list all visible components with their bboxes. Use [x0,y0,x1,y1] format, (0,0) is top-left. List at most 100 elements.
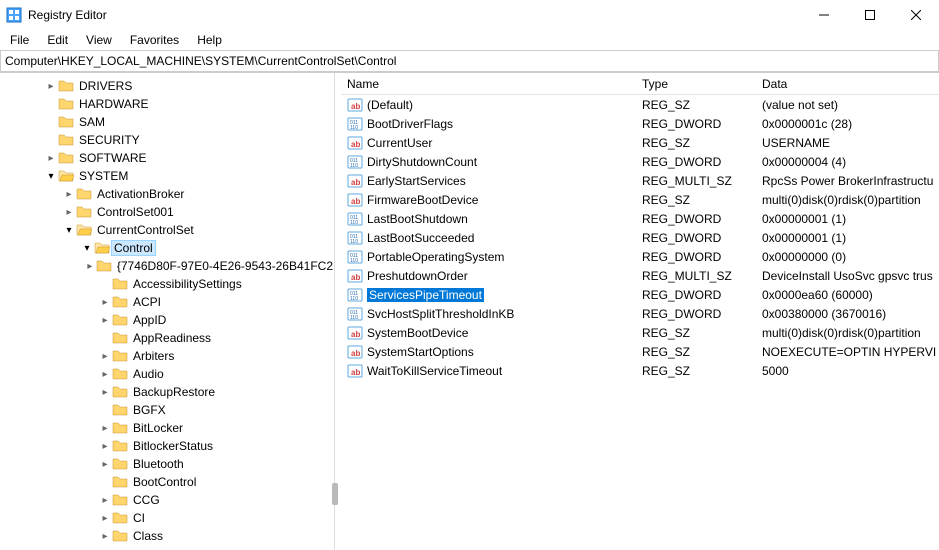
tree-item[interactable]: ▸AppID [0,311,334,329]
svg-text:ab: ab [351,273,360,282]
menu-view[interactable]: View [78,31,120,49]
value-data: 0x00000001 (1) [756,231,939,245]
chevron-right-icon[interactable]: ▸ [98,513,112,524]
chevron-right-icon[interactable]: ▸ [44,153,58,164]
tree-item[interactable]: BGFX [0,401,334,419]
close-button[interactable] [893,0,939,30]
chevron-down-icon[interactable]: ▾ [62,225,76,236]
tree-item[interactable]: ▾SYSTEM [0,167,334,185]
value-data: 0x00380000 (3670016) [756,307,939,321]
tree-item[interactable]: BootControl [0,473,334,491]
tree-item[interactable]: AccessibilitySettings [0,275,334,293]
tree-item[interactable]: ▸SOFTWARE [0,149,334,167]
chevron-down-icon[interactable]: ▾ [80,243,94,254]
chevron-down-icon[interactable]: ▾ [44,171,58,182]
tree-item[interactable]: ▾CurrentControlSet [0,221,334,239]
svg-text:ab: ab [351,140,360,149]
tree-item[interactable]: ▸BitLocker [0,419,334,437]
chevron-right-icon[interactable]: ▸ [44,81,58,92]
minimize-button[interactable] [801,0,847,30]
value-name: (Default) [367,98,413,112]
maximize-button[interactable] [847,0,893,30]
menu-favorites[interactable]: Favorites [122,31,187,49]
value-type: REG_SZ [636,136,756,150]
chevron-right-icon[interactable]: ▸ [98,387,112,398]
string-value-icon: ab [347,363,363,379]
tree-item-label: SECURITY [78,133,141,147]
list-row[interactable]: 011110LastBootSucceededREG_DWORD0x000000… [341,228,939,247]
chevron-right-icon[interactable]: ▸ [98,531,112,542]
chevron-right-icon[interactable]: ▸ [62,189,76,200]
list-row[interactable]: ab(Default)REG_SZ(value not set) [341,95,939,114]
value-data: 0x00000004 (4) [756,155,939,169]
chevron-right-icon[interactable]: ▸ [98,423,112,434]
svg-text:110: 110 [350,220,358,226]
tree-item[interactable]: ▸CI [0,509,334,527]
tree-item-label: BitlockerStatus [132,439,214,453]
list-row[interactable]: abWaitToKillServiceTimeoutREG_SZ5000 [341,361,939,380]
tree-item[interactable]: ▸Arbiters [0,347,334,365]
list-row[interactable]: 011110ServicesPipeTimeoutREG_DWORD0x0000… [341,285,939,304]
chevron-right-icon[interactable]: ▸ [98,441,112,452]
col-header-data[interactable]: Data [756,77,939,91]
list-row[interactable]: abSystemBootDeviceREG_SZmulti(0)disk(0)r… [341,323,939,342]
tree-item[interactable]: ▸Class [0,527,334,545]
tree-item[interactable]: ▸ActivationBroker [0,185,334,203]
address-bar[interactable]: Computer\HKEY_LOCAL_MACHINE\SYSTEM\Curre… [0,50,939,72]
tree-item[interactable]: HARDWARE [0,95,334,113]
value-data: 0x00000000 (0) [756,250,939,264]
chevron-right-icon[interactable]: ▸ [98,351,112,362]
svg-text:ab: ab [351,349,360,358]
list-header: Name Type Data [341,73,939,95]
value-type: REG_SZ [636,326,756,340]
value-data: RpcSs Power BrokerInfrastructu [756,174,939,188]
chevron-right-icon[interactable]: ▸ [98,297,112,308]
value-name: EarlyStartServices [367,174,466,188]
chevron-right-icon[interactable]: ▸ [84,261,96,272]
menu-help[interactable]: Help [189,31,230,49]
tree-item[interactable]: ▾Control [0,239,334,257]
chevron-right-icon[interactable]: ▸ [98,459,112,470]
tree-item[interactable]: ▸DRIVERS [0,77,334,95]
tree-item[interactable]: ▸ACPI [0,293,334,311]
list-row[interactable]: abCurrentUserREG_SZUSERNAME [341,133,939,152]
list-row[interactable]: abFirmwareBootDeviceREG_SZmulti(0)disk(0… [341,190,939,209]
binary-value-icon: 011110 [347,287,363,303]
list-row[interactable]: abPreshutdownOrderREG_MULTI_SZDeviceInst… [341,266,939,285]
titlebar: Registry Editor [0,0,939,30]
menu-edit[interactable]: Edit [39,31,76,49]
svg-text:110: 110 [350,163,358,169]
list-row[interactable]: 011110DirtyShutdownCountREG_DWORD0x00000… [341,152,939,171]
tree-item[interactable]: ▸ControlSet001 [0,203,334,221]
list-row[interactable]: 011110LastBootShutdownREG_DWORD0x0000000… [341,209,939,228]
tree-item[interactable]: ▸Audio [0,365,334,383]
chevron-right-icon[interactable]: ▸ [98,315,112,326]
tree-item[interactable]: ▸{7746D80F-97E0-4E26-9543-26B41FC2 [0,257,334,275]
tree-panel[interactable]: ▸DRIVERSHARDWARESAM SECURITY ▸SOFTWARE▾SYS… [0,73,335,550]
list-row[interactable]: 011110BootDriverFlagsREG_DWORD0x0000001c… [341,114,939,133]
list-row[interactable]: 011110PortableOperatingSystemREG_DWORD0x… [341,247,939,266]
tree-item[interactable]: AppReadiness [0,329,334,347]
list-row[interactable]: 011110SvcHostSplitThresholdInKBREG_DWORD… [341,304,939,323]
folder-icon [112,385,128,399]
splitter[interactable] [335,73,341,550]
string-value-icon: ab [347,135,363,151]
chevron-right-icon[interactable]: ▸ [98,369,112,380]
value-name-cell: abCurrentUser [341,135,636,151]
tree-item[interactable]: ▸ BitlockerStatus [0,437,334,455]
col-header-type[interactable]: Type [636,77,756,91]
splitter-grip-icon[interactable] [332,483,338,505]
chevron-right-icon[interactable]: ▸ [98,495,112,506]
tree-item[interactable]: ▸CCG [0,491,334,509]
chevron-right-icon[interactable]: ▸ [62,207,76,218]
tree-item[interactable]: SAM [0,113,334,131]
menu-file[interactable]: File [2,31,37,49]
tree-item[interactable]: ▸Bluetooth [0,455,334,473]
col-header-name[interactable]: Name [341,77,636,91]
list-row[interactable]: abSystemStartOptionsREG_SZ NOEXECUTE=OPT… [341,342,939,361]
tree-item[interactable]: SECURITY [0,131,334,149]
tree-item-label: BGFX [132,403,167,417]
value-data: 5000 [756,364,939,378]
list-row[interactable]: abEarlyStartServicesREG_MULTI_SZRpcSs Po… [341,171,939,190]
tree-item[interactable]: ▸BackupRestore [0,383,334,401]
